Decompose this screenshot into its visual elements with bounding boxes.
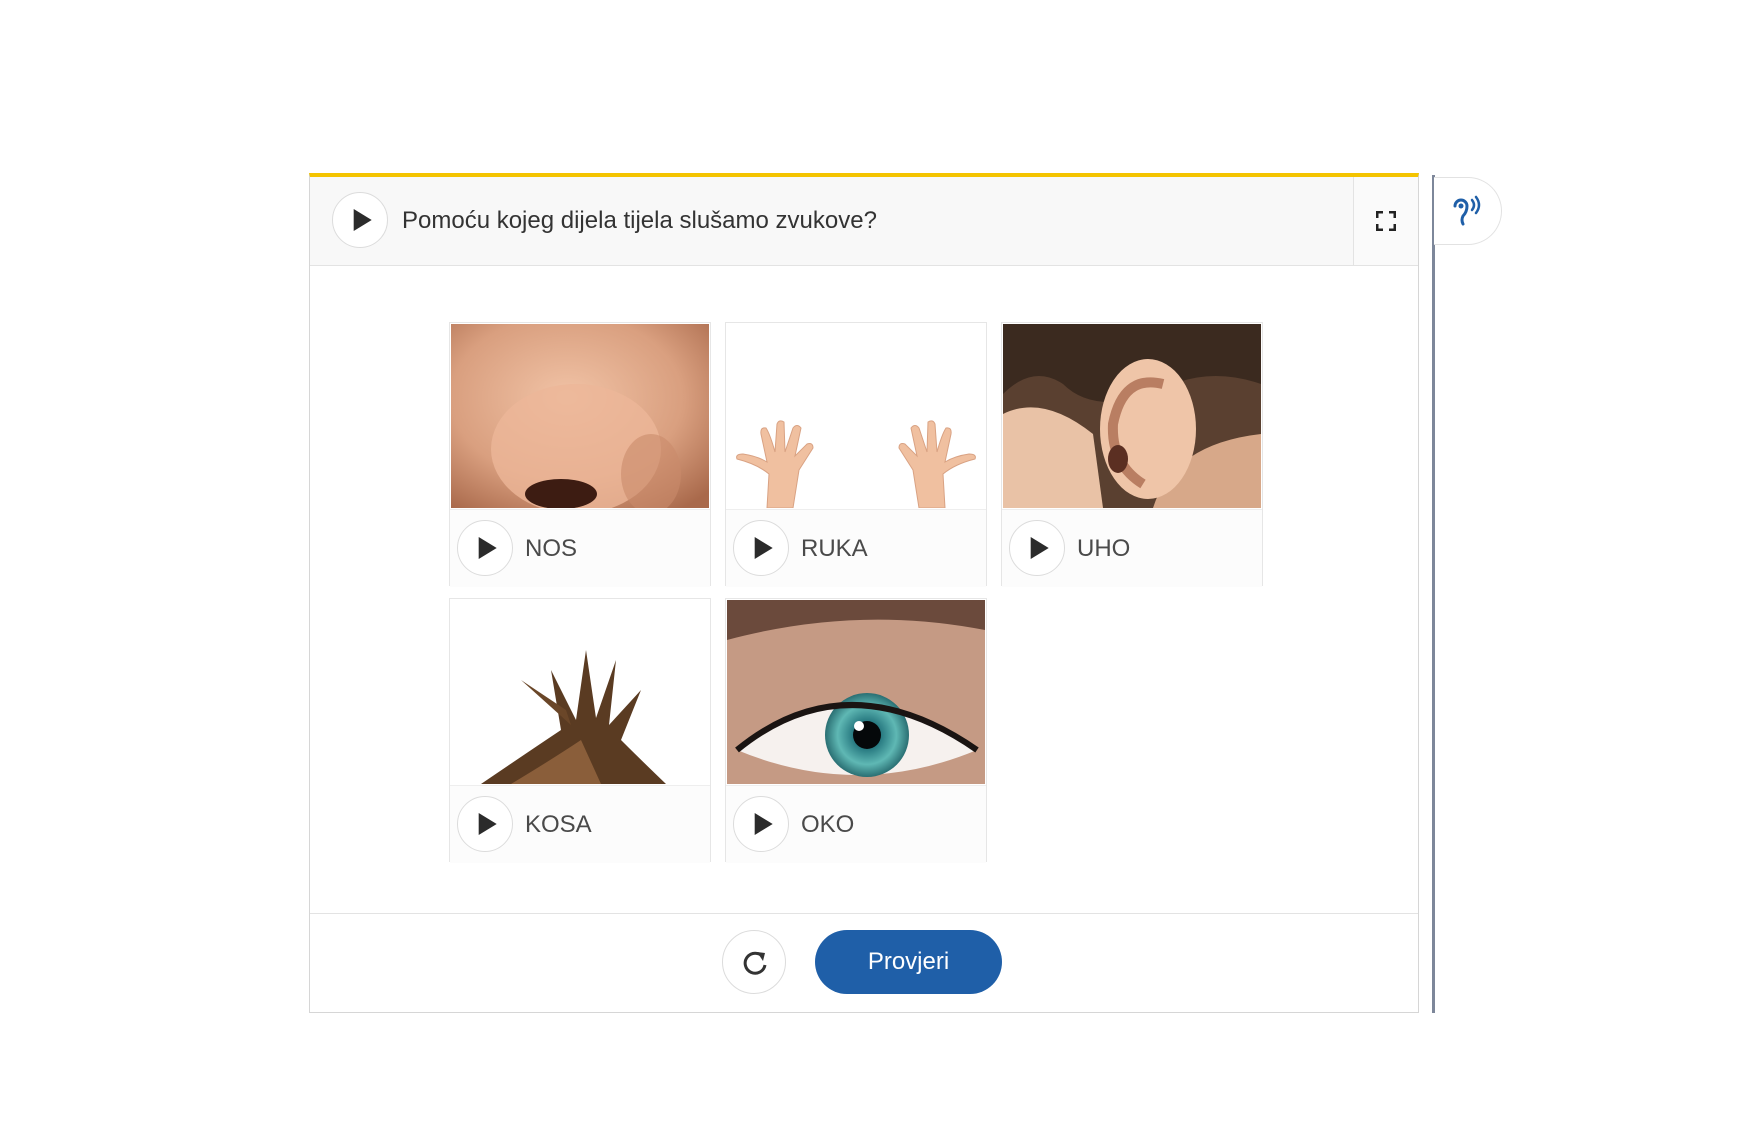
option-play-button[interactable] bbox=[1009, 520, 1065, 576]
answer-tile-uho[interactable]: UHO bbox=[1001, 322, 1263, 587]
option-label: OKO bbox=[801, 811, 855, 838]
hearing-icon bbox=[1453, 195, 1481, 226]
option-play-button[interactable] bbox=[457, 796, 513, 852]
fullscreen-icon bbox=[1376, 211, 1396, 231]
answer-caption: OKO bbox=[726, 785, 986, 863]
option-label: KOSA bbox=[525, 811, 592, 838]
answer-caption: NOS bbox=[450, 509, 710, 587]
play-icon bbox=[478, 537, 497, 559]
hair-image bbox=[451, 600, 709, 784]
option-label: UHO bbox=[1077, 535, 1131, 562]
option-label: NOS bbox=[525, 535, 578, 562]
card-footer: Provjeri bbox=[310, 913, 1418, 1012]
reset-icon bbox=[743, 951, 767, 975]
question-text: Pomoću kojeg dijela tijela slušamo zvuko… bbox=[402, 207, 877, 234]
answer-tile-oko[interactable]: OKO bbox=[725, 598, 987, 863]
nose-image bbox=[451, 324, 709, 508]
option-label: RUKA bbox=[801, 535, 868, 562]
reset-button[interactable] bbox=[722, 930, 786, 994]
side-rail bbox=[1432, 175, 1435, 1013]
answer-tile-nos[interactable]: NOS bbox=[449, 322, 711, 587]
option-play-button[interactable] bbox=[733, 796, 789, 852]
play-icon bbox=[754, 813, 773, 835]
answer-tile-kosa[interactable]: KOSA bbox=[449, 598, 711, 863]
play-icon bbox=[353, 209, 372, 231]
accessibility-button[interactable] bbox=[1434, 177, 1502, 245]
check-button[interactable]: Provjeri bbox=[815, 930, 1002, 994]
question-bar: Pomoću kojeg dijela tijela slušamo zvuko… bbox=[310, 177, 1418, 266]
fullscreen-button[interactable] bbox=[1353, 177, 1418, 265]
play-icon bbox=[478, 813, 497, 835]
exercise-card: Pomoću kojeg dijela tijela slušamo zvuko… bbox=[309, 173, 1419, 1013]
answer-caption: UHO bbox=[1002, 509, 1262, 587]
question-play-button[interactable] bbox=[332, 192, 388, 248]
answer-caption: RUKA bbox=[726, 509, 986, 587]
hands-image bbox=[727, 324, 985, 508]
option-play-button[interactable] bbox=[457, 520, 513, 576]
ear-image bbox=[1003, 324, 1261, 508]
option-play-button[interactable] bbox=[733, 520, 789, 576]
play-icon bbox=[754, 537, 773, 559]
answer-caption: KOSA bbox=[450, 785, 710, 863]
play-icon bbox=[1030, 537, 1049, 559]
eye-image bbox=[727, 600, 985, 784]
answer-tile-ruka[interactable]: RUKA bbox=[725, 322, 987, 587]
